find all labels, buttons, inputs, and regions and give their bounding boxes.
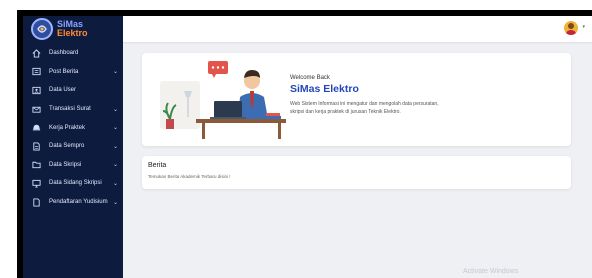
sidebar-item-label: Data Skripsi	[49, 161, 82, 168]
sidebar-menu: Dashboard Post Berita ⌄ Data User Transa…	[23, 44, 123, 211]
sidebar-item-data-skripsi[interactable]: Data Skripsi ⌄	[23, 156, 123, 175]
chevron-down-icon: ⌄	[112, 125, 118, 132]
sidebar-item-label: Post Berita	[49, 68, 79, 75]
sidebar-item-label: Pendaftaran Yudisium	[49, 199, 108, 206]
document-icon	[31, 141, 41, 151]
chevron-down-icon: ⌄	[112, 199, 118, 206]
screenshot-frame: SiMas Elektro Dashboard Post Berita ⌄ Da…	[0, 0, 592, 278]
chevron-down-icon: ⌄	[112, 162, 118, 169]
mail-icon	[31, 104, 41, 114]
brand-text: SiMas Elektro	[57, 20, 88, 38]
welcome-illustration	[160, 61, 286, 139]
chevron-down-icon: ⌄	[112, 106, 118, 113]
brand-logo-icon	[31, 18, 53, 40]
sidebar-item-post-berita[interactable]: Post Berita ⌄	[23, 63, 123, 82]
berita-subtitle: Temukan Berita Akademik Terbaru disini !	[148, 174, 231, 179]
brand[interactable]: SiMas Elektro	[31, 16, 88, 42]
welcome-description-line2: skripsi dan kerja praktek di jurusan Tek…	[290, 109, 401, 115]
sidebar-item-label: Data Sempro	[49, 143, 85, 150]
newspaper-icon	[31, 67, 41, 77]
sidebar: SiMas Elektro Dashboard Post Berita ⌄ Da…	[23, 16, 123, 278]
caret-down-icon[interactable]: ▾	[582, 24, 585, 30]
sidebar-item-kerja-praktek[interactable]: Kerja Praktek ⌄	[23, 118, 123, 137]
sidebar-item-data-sidang-skripsi[interactable]: Data Sidang Skripsi ⌄	[23, 174, 123, 193]
chevron-down-icon: ⌄	[112, 69, 118, 76]
activation-watermark: Activate Windows	[463, 268, 519, 275]
chevron-down-icon: ⌄	[112, 180, 118, 187]
welcome-card: Welcome Back SiMas Elektro Web Sistem In…	[142, 53, 571, 146]
sidebar-item-label: Transaksi Surat	[49, 106, 91, 113]
sidebar-item-pendaftaran-yudisium[interactable]: Pendaftaran Yudisium ⌄	[23, 193, 123, 212]
sidebar-item-label: Data Sidang Skripsi	[49, 180, 102, 187]
welcome-description: Web Sistem Informasi ini mengatur dan me…	[290, 100, 560, 116]
welcome-text: Welcome Back SiMas Elektro Web Sistem In…	[290, 75, 560, 116]
monitor-icon	[31, 178, 41, 188]
user-avatar-icon[interactable]	[564, 21, 578, 35]
sidebar-item-label: Data User	[49, 87, 77, 94]
file-icon	[31, 197, 41, 207]
helmet-icon	[31, 123, 41, 133]
welcome-title: SiMas Elektro	[290, 83, 359, 95]
sidebar-item-label: Dashboard	[49, 50, 79, 57]
folder-icon	[31, 160, 41, 170]
user-card-icon	[31, 85, 41, 95]
sidebar-item-data-user[interactable]: Data User	[23, 81, 123, 100]
sidebar-item-dashboard[interactable]: Dashboard	[23, 44, 123, 63]
welcome-description-line1: Web Sistem Informasi ini mengatur dan me…	[290, 101, 439, 107]
home-icon	[31, 48, 41, 58]
berita-card[interactable]: Berita Temukan Berita Akademik Terbaru d…	[142, 156, 571, 189]
brand-line2: Elektro	[57, 28, 88, 38]
topbar: ▾	[123, 16, 592, 42]
sidebar-item-transaksi-surat[interactable]: Transaksi Surat ⌄	[23, 100, 123, 119]
welcome-greeting: Welcome Back	[290, 75, 330, 81]
sidebar-item-label: Kerja Praktek	[49, 124, 86, 131]
sidebar-item-data-sempro[interactable]: Data Sempro ⌄	[23, 137, 123, 156]
berita-title: Berita	[148, 162, 167, 169]
app-window: SiMas Elektro Dashboard Post Berita ⌄ Da…	[23, 16, 592, 278]
chevron-down-icon: ⌄	[112, 143, 118, 150]
